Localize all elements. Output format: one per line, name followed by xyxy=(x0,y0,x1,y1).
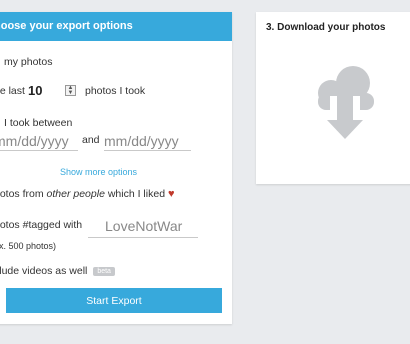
date-and-label: and xyxy=(82,134,100,146)
liked-emphasis: other people xyxy=(46,188,105,200)
heart-icon: ♥ xyxy=(167,188,175,200)
option-between[interactable]: I took between xyxy=(4,117,72,129)
option-my-photos[interactable]: my photos xyxy=(4,56,52,68)
liked-prefix: hotos from xyxy=(0,188,44,200)
beta-badge: beta xyxy=(93,266,115,276)
download-panel: 3. Download your photos xyxy=(256,12,410,184)
export-options-title: hoose your export options xyxy=(0,20,133,32)
date-from-input[interactable]: mm/dd/yyyy xyxy=(0,132,78,151)
date-from-placeholder: mm/dd/yyyy xyxy=(0,133,69,149)
date-to-input[interactable]: mm/dd/yyyy xyxy=(104,132,191,151)
liked-suffix: which I liked xyxy=(104,188,166,200)
option-last-photos[interactable]: he last xyxy=(0,85,25,97)
export-options-header: hoose your export options xyxy=(0,12,232,41)
cloud-download-icon xyxy=(318,66,374,139)
include-videos-label: clude videos as well xyxy=(0,265,88,277)
option-tagged-photos[interactable]: hotos #tagged with xyxy=(0,219,82,231)
tagged-note: ax. 500 photos) xyxy=(0,241,57,251)
option-liked-photos[interactable]: hotos from other people which I liked ♥ xyxy=(0,188,174,200)
tagged-prefix: hotos #tagged with xyxy=(0,219,83,231)
option-last-suffix: photos I took xyxy=(85,85,146,97)
date-to-placeholder: mm/dd/yyyy xyxy=(104,133,179,149)
start-export-button[interactable]: Start Export xyxy=(6,288,222,313)
count-stepper[interactable]: ▲ ▼ xyxy=(65,85,76,96)
option-between-label: I took between xyxy=(4,117,73,129)
option-include-videos[interactable]: clude videos as well beta xyxy=(0,265,115,277)
export-options-panel: hoose your export options my photos he l… xyxy=(0,12,232,324)
hashtag-input[interactable]: LoveNotWar xyxy=(88,216,198,238)
option-last-prefix: he last xyxy=(0,85,25,97)
hashtag-value: LoveNotWar xyxy=(105,218,183,234)
download-panel-title: 3. Download your photos xyxy=(266,22,386,33)
last-count-field[interactable]: 10 xyxy=(28,82,56,100)
last-count-value: 10 xyxy=(28,83,43,98)
option-my-photos-label: my photos xyxy=(4,56,53,68)
show-more-options-link[interactable]: Show more options xyxy=(60,167,137,177)
